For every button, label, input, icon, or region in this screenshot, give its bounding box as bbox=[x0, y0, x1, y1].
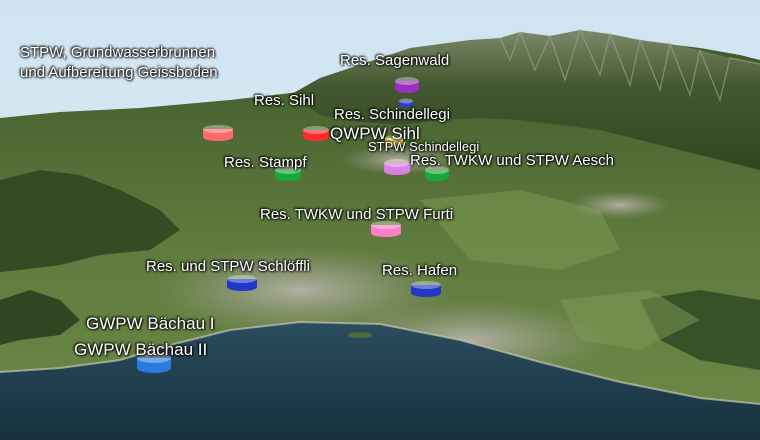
map-view: STPW, Grundwasserbrunnen und Aufbereitun… bbox=[0, 0, 760, 440]
marker-hafen[interactable] bbox=[410, 280, 442, 298]
marker-geissboden[interactable] bbox=[202, 124, 234, 142]
label-gwpw-baechau-2: GWPW Bächau II bbox=[74, 340, 208, 359]
marker-schindellegi-reservoir[interactable] bbox=[383, 158, 411, 176]
marker-qwpw-sihl[interactable] bbox=[302, 126, 330, 142]
marker-sagenwald[interactable] bbox=[394, 76, 420, 94]
label-res-sihl: Res. Sihl bbox=[254, 92, 315, 109]
label-stpw-geissboden-line2: und Aufbereitung Geissboden bbox=[20, 64, 218, 81]
label-res-stampf: Res. Stampf bbox=[224, 154, 307, 171]
label-res-furti: Res. TWKW und STPW Furti bbox=[260, 206, 454, 223]
label-res-hafen: Res. Hafen bbox=[382, 262, 458, 279]
label-res-schloeffli: Res. und STPW Schlöffli bbox=[146, 258, 310, 275]
label-res-aesch: Res. TWKW und STPW Aesch bbox=[410, 152, 614, 169]
label-gwpw-baechau-1: GWPW Bächau I bbox=[86, 314, 215, 333]
town-area-east bbox=[570, 191, 670, 219]
label-stpw-geissboden-line1: STPW, Grundwasserbrunnen bbox=[20, 44, 216, 61]
label-res-sagenwald: Res. Sagenwald bbox=[340, 52, 450, 69]
marker-schloeffli[interactable] bbox=[226, 274, 258, 292]
island bbox=[348, 332, 372, 338]
label-res-schindellegi: Res. Schindellegi bbox=[334, 106, 450, 123]
